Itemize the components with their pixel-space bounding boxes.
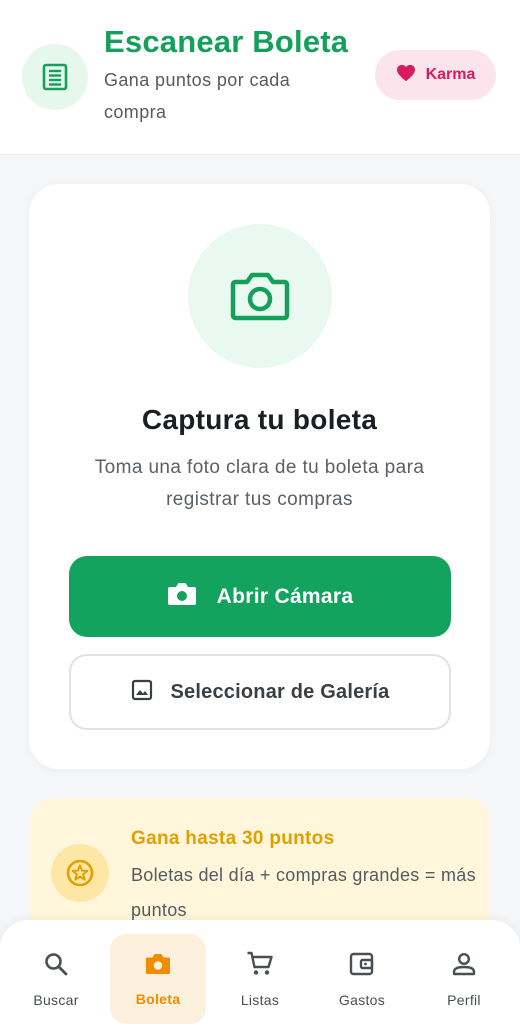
person-icon <box>451 951 477 982</box>
heart-icon <box>396 64 416 87</box>
select-gallery-button[interactable]: Seleccionar de Galería <box>69 654 451 730</box>
page-subtitle: Gana puntos por cada compra <box>104 70 291 122</box>
open-camera-button[interactable]: Abrir Cámara <box>69 556 451 637</box>
header: Escanear Boleta Gana puntos por cada com… <box>0 0 520 155</box>
points-description: Boletas del día + compras grandes = más … <box>131 865 476 920</box>
star-coin-icon <box>51 844 109 902</box>
camera-icon <box>188 224 332 368</box>
nav-item-listas[interactable]: Listas <box>212 934 308 1024</box>
nav-item-boleta[interactable]: Boleta <box>110 934 206 1024</box>
nav-label: Listas <box>240 991 280 1008</box>
image-icon <box>131 679 153 706</box>
scan-receipt-screen: Escanear Boleta Gana puntos por cada com… <box>0 0 520 1035</box>
points-title: Gana hasta 30 puntos <box>131 828 335 849</box>
capture-card: Captura tu boleta Toma una foto clara de… <box>29 184 490 769</box>
nav-label: Boleta <box>135 990 181 1007</box>
camera-icon <box>167 581 197 612</box>
wallet-icon <box>349 951 375 982</box>
nav-label: Gastos <box>338 991 386 1008</box>
select-gallery-label: Seleccionar de Galería <box>170 680 390 703</box>
page-title: Escanear Boleta <box>104 24 349 59</box>
nav-item-perfil[interactable]: Perfil <box>416 934 512 1024</box>
nav-label: Perfil <box>447 991 481 1008</box>
receipt-icon <box>22 44 88 110</box>
karma-button[interactable]: Karma <box>375 50 496 100</box>
camera-icon <box>145 952 171 981</box>
search-icon <box>43 951 69 982</box>
cart-icon <box>246 951 274 982</box>
nav-item-buscar[interactable]: Buscar <box>8 934 104 1024</box>
capture-title: Captura tu boleta <box>141 404 378 435</box>
nav-label: Buscar <box>33 991 79 1008</box>
nav-item-gastos[interactable]: Gastos <box>314 934 410 1024</box>
open-camera-label: Abrir Cámara <box>216 584 354 608</box>
karma-label: Karma <box>425 66 476 83</box>
bottom-nav: Buscar Boleta Listas Gastos Perfil <box>0 920 520 1035</box>
capture-description: Toma una foto clara de tu boleta para re… <box>94 457 425 510</box>
